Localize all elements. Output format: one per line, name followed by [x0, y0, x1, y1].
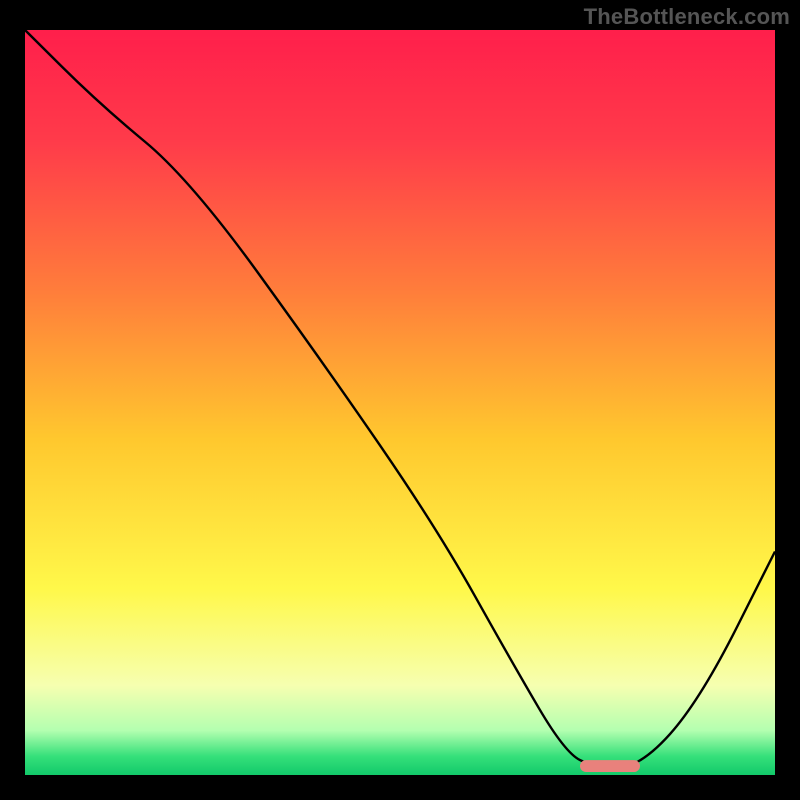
bottleneck-chart: [25, 30, 775, 775]
gradient-background: [25, 30, 775, 775]
chart-frame: TheBottleneck.com: [0, 0, 800, 800]
optimal-marker: [580, 760, 640, 772]
plot-area: [25, 30, 775, 775]
watermark-text: TheBottleneck.com: [584, 4, 790, 30]
